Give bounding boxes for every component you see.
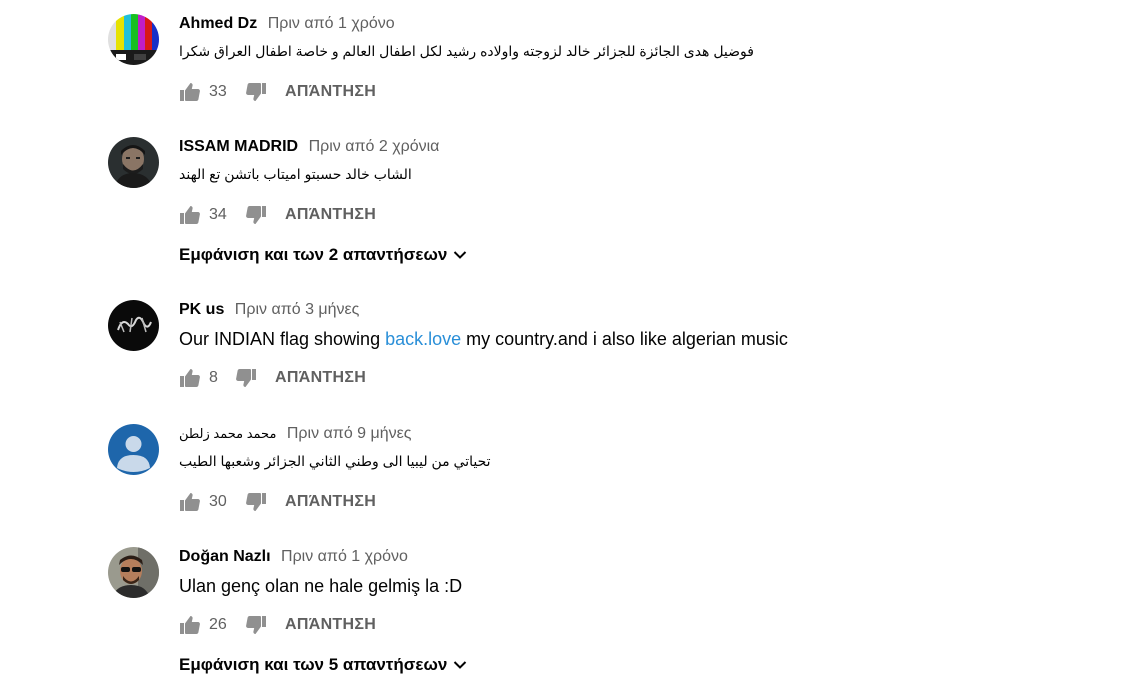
- comment-header: ISSAM MADRID Πριν από 2 χρόνια: [179, 137, 439, 157]
- comment-author[interactable]: محمد محمد زلطن: [179, 426, 276, 441]
- thumb-up-icon[interactable]: [179, 491, 201, 513]
- comment-text-start: Our INDIAN flag showing: [179, 329, 386, 349]
- thumb-down-icon[interactable]: [245, 81, 267, 103]
- comment-text: Ulan genç olan ne hale gelmiş la :D: [179, 576, 463, 596]
- comment-link[interactable]: back.love: [385, 329, 461, 349]
- comment-actions: 30 ΑΠΆΝΤΗΣΗ: [179, 490, 376, 514]
- comment-header: محمد محمد زلطن Πριν από 9 μήνες: [179, 424, 411, 444]
- reply-button[interactable]: ΑΠΆΝΤΗΣΗ: [285, 83, 376, 101]
- thumb-up-icon[interactable]: [179, 81, 201, 103]
- thumb-down-icon[interactable]: [245, 204, 267, 226]
- comment-timestamp[interactable]: Πριν από 2 χρόνια: [309, 138, 440, 155]
- comment-author[interactable]: Doğan Nazlı: [179, 548, 271, 565]
- comment-text: تحياتي من ليبيا الى وطني الثاني الجزائر …: [179, 453, 491, 469]
- thumb-down-icon[interactable]: [245, 491, 267, 513]
- comment-header: Ahmed Dz Πριν από 1 χρόνο: [179, 14, 395, 34]
- show-replies-button[interactable]: Εμφάνιση και των 2 απαντήσεων: [179, 245, 467, 265]
- like-count: 26: [209, 616, 227, 633]
- comment-text: فوضيل هدى الجائزة للجزائر خالد لزوجته وا…: [179, 43, 754, 59]
- comment-timestamp[interactable]: Πριν από 9 μήνες: [287, 425, 412, 442]
- comment-author[interactable]: Ahmed Dz: [179, 15, 257, 32]
- reply-button[interactable]: ΑΠΆΝΤΗΣΗ: [285, 616, 376, 634]
- like-count: 30: [209, 493, 227, 510]
- show-replies-label: Εμφάνιση και των 5 απαντήσεων: [179, 655, 448, 674]
- thumb-down-icon[interactable]: [245, 614, 267, 636]
- like-count: 8: [209, 369, 218, 386]
- thumb-up-icon[interactable]: [179, 204, 201, 226]
- comment-actions: 26 ΑΠΆΝΤΗΣΗ: [179, 613, 376, 637]
- avatar[interactable]: [108, 300, 159, 351]
- comment-text-end: my country.and i also like algerian musi…: [461, 329, 788, 349]
- comment-timestamp[interactable]: Πριν από 1 χρόνο: [268, 15, 395, 32]
- avatar[interactable]: [108, 14, 159, 65]
- chevron-down-icon: [453, 660, 467, 670]
- comment-actions: 34 ΑΠΆΝΤΗΣΗ: [179, 203, 376, 227]
- comment-actions: 33 ΑΠΆΝΤΗΣΗ: [179, 80, 376, 104]
- like-count: 33: [209, 83, 227, 100]
- comment-author[interactable]: PK us: [179, 301, 224, 318]
- comment-header: PK us Πριν από 3 μήνες: [179, 300, 359, 320]
- reply-button[interactable]: ΑΠΆΝΤΗΣΗ: [285, 493, 376, 511]
- like-count: 34: [209, 206, 227, 223]
- thumb-up-icon[interactable]: [179, 367, 201, 389]
- thumb-up-icon[interactable]: [179, 614, 201, 636]
- comment-author[interactable]: ISSAM MADRID: [179, 138, 298, 155]
- comment-actions: 8 ΑΠΆΝΤΗΣΗ: [179, 366, 366, 390]
- comment-header: Doğan Nazlı Πριν από 1 χρόνο: [179, 547, 408, 567]
- avatar[interactable]: [108, 547, 159, 598]
- show-replies-label: Εμφάνιση και των 2 απαντήσεων: [179, 245, 448, 264]
- avatar[interactable]: [108, 137, 159, 188]
- comment-text: الشاب خالد حسبتو اميتاب باتشن تع الهند: [179, 166, 412, 182]
- reply-button[interactable]: ΑΠΆΝΤΗΣΗ: [285, 206, 376, 224]
- thumb-down-icon[interactable]: [235, 367, 257, 389]
- comment-text: Our INDIAN flag showing back.love my cou…: [179, 328, 788, 350]
- comment-timestamp[interactable]: Πριν από 1 χρόνο: [281, 548, 408, 565]
- comment-timestamp[interactable]: Πριν από 3 μήνες: [235, 301, 360, 318]
- chevron-down-icon: [453, 250, 467, 260]
- avatar[interactable]: [108, 424, 159, 475]
- reply-button[interactable]: ΑΠΆΝΤΗΣΗ: [275, 369, 366, 387]
- show-replies-button[interactable]: Εμφάνιση και των 5 απαντήσεων: [179, 655, 467, 675]
